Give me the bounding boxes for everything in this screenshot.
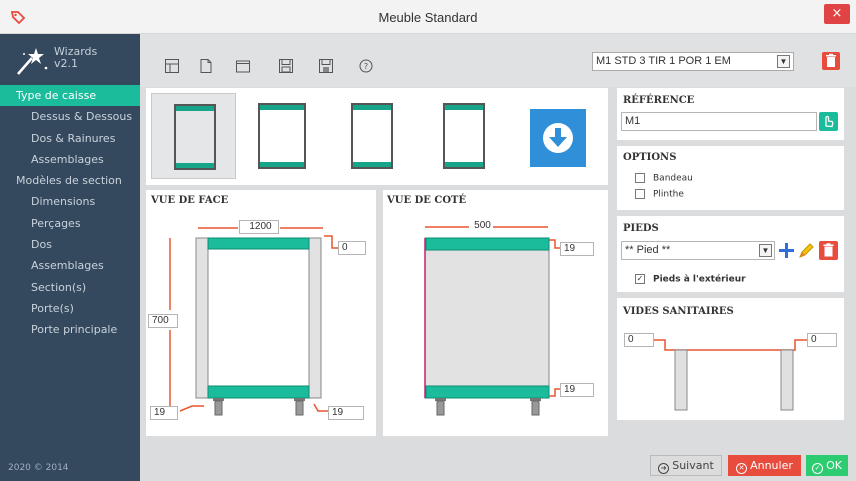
sidebar: Wizards v2.1 Type de caisse Dessus & Des… [0, 34, 140, 481]
sidebar-item-dos-rainures[interactable]: Dos & Rainures [0, 128, 140, 149]
brand-version: v2.1 [54, 57, 79, 70]
side-view-drawing [424, 226, 560, 416]
help-icon[interactable]: ? [358, 58, 374, 74]
reference-title: RÉFÉRENCE [623, 95, 695, 106]
close-circle-icon: ✕ [736, 463, 748, 474]
pieds-exterieur-label: Pieds à l'extérieur [653, 274, 746, 285]
edit-pied-button[interactable] [797, 241, 816, 260]
pieds-title: PIEDS [623, 223, 659, 234]
sidebar-item-assemblages-section[interactable]: Assemblages [0, 255, 140, 276]
cabinet-type-thumb-1[interactable] [151, 93, 236, 179]
sidebar-item-dessus-dessous[interactable]: Dessus & Dessous [0, 106, 140, 127]
vides-sanitaires-drawing [653, 339, 807, 411]
window-title: Meuble Standard [378, 10, 478, 25]
vide-left-field[interactable]: 0 [624, 333, 654, 347]
chevron-down-icon[interactable]: ▼ [759, 244, 772, 257]
cabinet-type-thumb-3[interactable] [329, 93, 414, 179]
sidebar-item-portes[interactable]: Porte(s) [0, 298, 140, 319]
save-as-icon[interactable] [318, 58, 334, 74]
side-depth-field[interactable]: 500 [469, 220, 493, 234]
sidebar-item-sections[interactable]: Section(s) [0, 277, 140, 298]
pieds-exterieur-row[interactable]: ✓ Pieds à l'extérieur [635, 274, 746, 285]
option-plinthe-checkbox[interactable] [635, 189, 645, 199]
hand-pointer-icon [825, 115, 834, 128]
sidebar-item-modeles-de-section[interactable]: Modèles de section [0, 170, 140, 191]
reference-field[interactable]: M1 [621, 112, 817, 131]
title-bar: Meuble Standard × [0, 0, 856, 34]
side-top-thickness-field[interactable]: 19 [560, 242, 594, 256]
option-plinthe-label: Plinthe [653, 189, 684, 200]
reference-panel: RÉFÉRENCE M1 [617, 88, 844, 140]
trash-icon [826, 53, 836, 67]
brand: Wizards v2.1 [54, 46, 97, 70]
front-bottom-right-field[interactable]: 19 [328, 406, 364, 420]
pieds-exterieur-checkbox[interactable]: ✓ [635, 274, 645, 284]
option-bandeau-checkbox[interactable] [635, 173, 645, 183]
ok-label: OK [826, 459, 842, 472]
model-select-value: M1 STD 3 TIR 1 POR 1 EM [596, 55, 731, 67]
pied-select[interactable]: ** Pied ** ▼ [621, 241, 775, 260]
toolbar: ? M1 STD 3 TIR 1 POR 1 EM ▼ [140, 34, 856, 87]
next-label: Suivant [672, 459, 714, 472]
layout-icon[interactable] [164, 58, 180, 74]
delete-model-button[interactable] [822, 52, 840, 70]
front-height-field[interactable]: 700 [148, 314, 178, 328]
chevron-down-icon[interactable]: ▼ [777, 55, 790, 68]
sidebar-item-percages[interactable]: Perçages [0, 213, 140, 234]
cabinet-type-thumb-4[interactable] [421, 93, 506, 179]
option-plinthe-row[interactable]: Plinthe [635, 189, 684, 200]
vide-right-field[interactable]: 0 [807, 333, 837, 347]
close-button[interactable]: × [824, 4, 850, 24]
vides-sanitaires-panel: VIDES SANITAIRES 0 0 [617, 298, 844, 420]
option-bandeau-label: Bandeau [653, 173, 693, 184]
options-panel: OPTIONS Bandeau Plinthe [617, 146, 844, 210]
option-bandeau-row[interactable]: Bandeau [635, 173, 693, 184]
save-icon[interactable] [278, 58, 294, 74]
arrow-right-circle-icon: ➜ [658, 463, 670, 474]
arrow-down-circle-icon [543, 123, 573, 153]
sidebar-nav: Type de caisse Dessus & Dessous Dos & Ra… [0, 85, 140, 341]
front-view-panel: VUE DE FACE 1200 0 700 19 19 [146, 190, 376, 436]
new-file-icon[interactable] [198, 58, 214, 74]
pick-reference-button[interactable] [819, 112, 838, 131]
next-button[interactable]: ➜ Suivant [650, 455, 722, 476]
scroll-down-button[interactable] [530, 109, 586, 167]
wizard-wand-icon [17, 48, 48, 75]
front-bottom-left-field[interactable]: 19 [150, 406, 178, 420]
front-top-offset-field[interactable]: 0 [338, 241, 366, 255]
sidebar-footer: 2020 © 2014 [8, 463, 69, 473]
sidebar-item-type-de-caisse[interactable]: Type de caisse [0, 85, 140, 107]
cancel-label: Annuler [750, 459, 793, 472]
open-folder-icon[interactable] [235, 58, 251, 74]
sidebar-item-dimensions[interactable]: Dimensions [0, 191, 140, 212]
pied-select-value: ** Pied ** [625, 244, 671, 256]
pencil-icon [799, 243, 814, 258]
add-pied-button[interactable] [777, 241, 796, 260]
sidebar-item-dos[interactable]: Dos [0, 234, 140, 255]
cancel-button[interactable]: ✕ Annuler [728, 455, 801, 476]
cabinet-type-thumb-2[interactable] [238, 93, 323, 179]
model-select[interactable]: M1 STD 3 TIR 1 POR 1 EM ▼ [592, 52, 794, 71]
delete-pied-button[interactable] [819, 241, 838, 260]
plus-icon [779, 243, 794, 258]
svg-text:?: ? [364, 62, 368, 71]
sidebar-item-assemblages[interactable]: Assemblages [0, 149, 140, 170]
front-width-field[interactable]: 1200 [239, 220, 279, 234]
trash-icon [823, 243, 834, 257]
ok-button[interactable]: ✓ OK [806, 455, 848, 476]
sidebar-item-porte-principale[interactable]: Porte principale [0, 319, 140, 340]
options-title: OPTIONS [623, 152, 677, 163]
side-view-panel: VUE DE COTÉ 500 19 19 [383, 190, 608, 436]
side-bottom-thickness-field[interactable]: 19 [560, 383, 594, 397]
pieds-panel: PIEDS ** Pied ** ▼ ✓ Pieds à l'extérieur [617, 216, 844, 292]
check-circle-icon: ✓ [812, 463, 824, 474]
